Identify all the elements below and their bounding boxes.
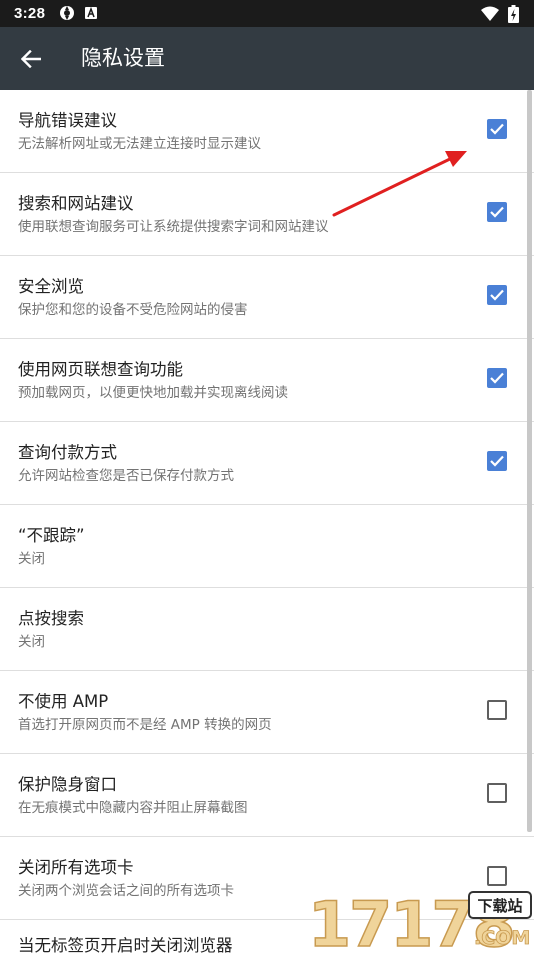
page-prediction-checkbox[interactable] bbox=[487, 368, 507, 388]
setting-close-all-tabs[interactable]: 关闭所有选项卡 关闭两个浏览会话之间的所有选项卡 bbox=[0, 837, 534, 920]
setting-title: 使用网页联想查询功能 bbox=[18, 360, 183, 379]
no-amp-checkbox[interactable] bbox=[487, 700, 507, 720]
safe-browsing-checkbox[interactable] bbox=[487, 285, 507, 305]
settings-list: 导航错误建议 无法解析网址或无法建立连接时显示建议 搜索和网站建议 使用联想查询… bbox=[0, 90, 534, 920]
app-bar: 隐私设置 bbox=[0, 27, 534, 90]
back-arrow-icon bbox=[21, 50, 41, 68]
setting-title: 导航错误建议 bbox=[18, 111, 117, 130]
setting-title: “不跟踪” bbox=[18, 526, 85, 545]
search-and-site-suggestions-checkbox[interactable] bbox=[487, 202, 507, 222]
setting-title: 点按搜索 bbox=[18, 609, 84, 628]
navigation-error-suggestions-checkbox[interactable] bbox=[487, 119, 507, 139]
checkmark-icon bbox=[490, 289, 504, 301]
setting-title: 关闭所有选项卡 bbox=[18, 858, 134, 877]
setting-search-and-site-suggestions[interactable]: 搜索和网站建议 使用联想查询服务可让系统提供搜索字词和网站建议 bbox=[0, 173, 534, 256]
setting-title: 查询付款方式 bbox=[18, 443, 117, 462]
protect-incognito-checkbox[interactable] bbox=[487, 783, 507, 803]
setting-protect-incognito[interactable]: 保护隐身窗口 在无痕模式中隐藏内容并阻止屏幕截图 bbox=[0, 754, 534, 837]
setting-summary: 关闭两个浏览会话之间的所有选项卡 bbox=[18, 883, 234, 899]
checkmark-icon bbox=[490, 123, 504, 135]
checkmark-icon bbox=[490, 206, 504, 218]
checkmark-icon bbox=[490, 455, 504, 467]
setting-title: 不使用 AMP bbox=[18, 692, 109, 711]
setting-summary: 在无痕模式中隐藏内容并阻止屏幕截图 bbox=[18, 800, 248, 816]
back-button[interactable] bbox=[14, 42, 48, 76]
status-bar: 3:28 bbox=[0, 0, 534, 27]
sync-icon bbox=[60, 6, 74, 20]
setting-title: 搜索和网站建议 bbox=[18, 194, 134, 213]
setting-summary: 保护您和您的设备不受危险网站的侵害 bbox=[18, 302, 248, 318]
setting-safe-browsing[interactable]: 安全浏览 保护您和您的设备不受危险网站的侵害 bbox=[0, 256, 534, 339]
checkmark-icon bbox=[490, 372, 504, 384]
setting-summary: 关闭 bbox=[18, 634, 45, 650]
watermark-domain: .COM bbox=[474, 927, 530, 949]
setting-payment-methods[interactable]: 查询付款方式 允许网站检查您是否已保存付款方式 bbox=[0, 422, 534, 505]
scrollbar[interactable] bbox=[527, 90, 532, 832]
setting-page-prediction[interactable]: 使用网页联想查询功能 预加载网页，以便更快地加载并实现离线阅读 bbox=[0, 339, 534, 422]
setting-navigation-error-suggestions[interactable]: 导航错误建议 无法解析网址或无法建立连接时显示建议 bbox=[0, 90, 534, 173]
setting-summary: 关闭 bbox=[18, 551, 45, 567]
setting-summary: 无法解析网址或无法建立连接时显示建议 bbox=[18, 136, 261, 152]
setting-summary: 首选打开原网页而不是经 AMP 转换的网页 bbox=[18, 717, 272, 733]
setting-do-not-track[interactable]: “不跟踪” 关闭 bbox=[0, 505, 534, 588]
setting-close-browser-partial[interactable]: 当无标签页开启时关闭浏览器 bbox=[18, 936, 233, 956]
page-title: 隐私设置 bbox=[81, 46, 165, 70]
close-all-tabs-checkbox[interactable] bbox=[487, 866, 507, 886]
setting-title: 保护隐身窗口 bbox=[18, 775, 117, 794]
setting-summary: 允许网站检查您是否已保存付款方式 bbox=[18, 468, 234, 484]
setting-summary: 使用联想查询服务可让系统提供搜索字词和网站建议 bbox=[18, 219, 329, 235]
payment-methods-checkbox[interactable] bbox=[487, 451, 507, 471]
setting-summary: 预加载网页，以便更快地加载并实现离线阅读 bbox=[18, 385, 288, 401]
status-time: 3:28 bbox=[14, 5, 46, 22]
setting-no-amp[interactable]: 不使用 AMP 首选打开原网页而不是经 AMP 转换的网页 bbox=[0, 671, 534, 754]
a-icon bbox=[85, 7, 97, 19]
setting-title: 安全浏览 bbox=[18, 277, 84, 296]
setting-touch-to-search[interactable]: 点按搜索 关闭 bbox=[0, 588, 534, 671]
wifi-icon bbox=[481, 6, 499, 21]
battery-charging-icon bbox=[508, 5, 519, 23]
